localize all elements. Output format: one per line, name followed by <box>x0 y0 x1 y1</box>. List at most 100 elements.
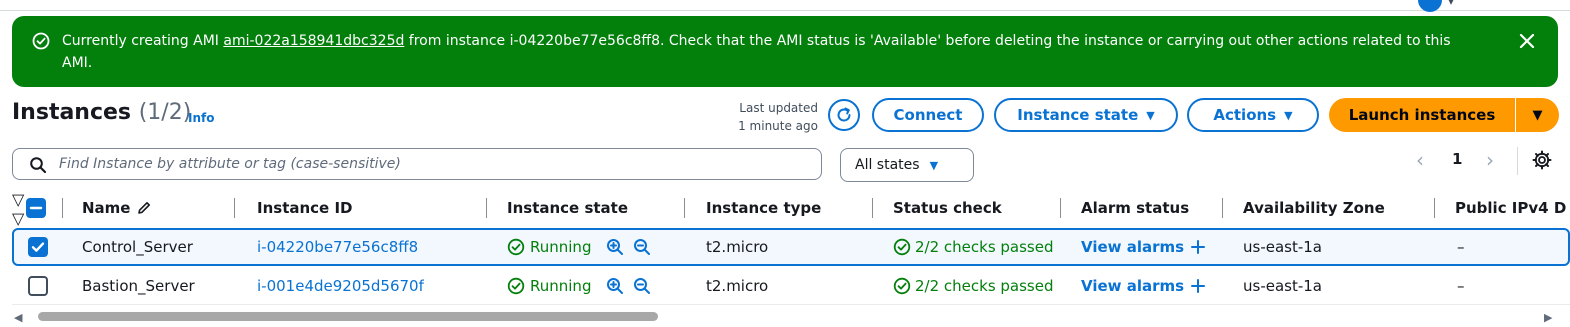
status-check-label: 2/2 checks passed <box>915 277 1054 295</box>
user-menu-caret-icon[interactable]: ▾ <box>1448 0 1454 8</box>
connect-label: Connect <box>893 106 963 124</box>
cell-name: Control_Server <box>82 238 193 256</box>
column-divider <box>684 198 685 218</box>
cell-public-ip: – <box>1457 238 1465 256</box>
column-label: Name <box>82 199 131 217</box>
column-header-alarm-status[interactable]: Alarm status <box>1081 190 1189 226</box>
caret-down-icon: ▼ <box>1146 108 1155 122</box>
row-checkbox[interactable] <box>28 237 48 257</box>
column-header-instance-type[interactable]: Instance type <box>706 190 821 226</box>
state-label: Running <box>530 277 592 295</box>
status-check-icon <box>893 238 911 256</box>
plus-icon <box>1191 279 1206 293</box>
column-label: Alarm status <box>1081 199 1190 217</box>
column-header-status-check[interactable]: Status check <box>893 190 1002 226</box>
cell-availability-zone: us-east-1a <box>1243 277 1322 295</box>
horizontal-scrollbar-thumb[interactable] <box>38 312 658 321</box>
instance-id-link[interactable]: i-04220be77e56c8ff8 <box>257 230 418 264</box>
column-header-instance-id[interactable]: Instance ID <box>257 190 352 226</box>
cell-name: Bastion_Server <box>82 277 195 295</box>
next-page-icon[interactable]: › <box>1486 148 1494 172</box>
checkmark-icon <box>31 242 45 252</box>
search-icon <box>30 157 47 174</box>
close-icon[interactable] <box>1516 30 1538 52</box>
success-banner: Currently creating AMI ami-022a158941dbc… <box>12 16 1558 87</box>
cell-status-check: 2/2 checks passed <box>893 230 1061 264</box>
states-select[interactable]: All states ▼ <box>840 148 974 182</box>
refresh-icon <box>837 107 851 122</box>
column-label: Instance ID <box>257 199 353 217</box>
column-label: Status check <box>893 199 1002 217</box>
info-link[interactable]: Info <box>188 111 214 125</box>
launch-instances-button[interactable]: Launch instances <box>1329 98 1515 132</box>
banner-message: Currently creating AMI ami-022a158941dbc… <box>62 30 1472 74</box>
scroll-right-icon[interactable]: ▶ <box>1544 311 1552 324</box>
cell-status-check: 2/2 checks passed <box>893 269 1059 303</box>
status-check-icon <box>893 277 911 295</box>
column-header-availability-zone[interactable]: Availability Zone <box>1243 190 1385 226</box>
instance-id-link[interactable]: i-001e4de9205d5670f <box>257 269 424 303</box>
gear-icon[interactable] <box>1532 150 1552 170</box>
edit-pencil-icon <box>138 202 151 214</box>
launch-dropdown-button[interactable]: ▼ <box>1516 98 1559 132</box>
indeterminate-icon <box>29 206 43 210</box>
last-updated: Last updated 1 minute ago <box>700 99 818 135</box>
table-row[interactable]: Bastion_Server i-001e4de9205d5670f Runni… <box>12 267 1570 305</box>
zoom-out-icon[interactable] <box>633 277 651 295</box>
pagination-divider <box>1517 147 1518 175</box>
row-checkbox[interactable] <box>28 276 48 296</box>
success-check-icon <box>32 32 50 50</box>
column-label: Instance state <box>507 199 629 217</box>
top-divider <box>0 10 1570 11</box>
zoom-in-icon[interactable] <box>606 277 624 295</box>
alarm-label: View alarms <box>1081 277 1185 295</box>
column-divider <box>1060 198 1061 218</box>
select-all-checkbox[interactable] <box>26 198 46 218</box>
column-divider <box>1222 198 1223 218</box>
cell-instance-state: Running <box>507 269 651 303</box>
zoom-out-icon[interactable] <box>633 238 651 256</box>
column-divider <box>62 198 63 218</box>
column-header-public-ipv4[interactable]: Public IPv4 D <box>1455 190 1570 226</box>
launch-label: Launch instances <box>1348 106 1496 124</box>
cell-instance-type: t2.micro <box>706 277 769 295</box>
table-row[interactable]: Control_Server i-04220be77e56c8ff8 Runni… <box>12 228 1570 266</box>
connect-button[interactable]: Connect <box>872 98 984 132</box>
page-title: Instances (1/2) <box>12 100 191 125</box>
actions-label: Actions <box>1213 106 1277 124</box>
column-divider <box>234 198 235 218</box>
previous-page-icon[interactable]: ‹ <box>1416 148 1424 172</box>
column-label: Availability Zone <box>1243 199 1385 217</box>
last-updated-label: Last updated <box>739 101 818 115</box>
cell-public-ip: – <box>1457 277 1465 295</box>
scroll-left-icon[interactable]: ◀ <box>14 311 22 324</box>
column-header-name[interactable]: Name <box>82 190 152 226</box>
states-label: All states <box>855 157 920 173</box>
banner-prefix: Currently creating AMI <box>62 33 224 49</box>
alarm-label: View alarms <box>1081 238 1185 256</box>
column-header-instance-state[interactable]: Instance state <box>507 190 628 226</box>
instance-state-label: Instance state <box>1017 106 1139 124</box>
search-box <box>12 148 822 180</box>
status-check-label: 2/2 checks passed <box>915 238 1054 256</box>
instance-state-button[interactable]: Instance state ▼ <box>994 98 1178 132</box>
instance-count: (1/2) <box>138 100 192 125</box>
plus-icon <box>1191 240 1206 254</box>
actions-button[interactable]: Actions ▼ <box>1187 98 1319 132</box>
current-page[interactable]: 1 <box>1452 150 1462 168</box>
table-header: Name ▽ Instance ID Instance state ▽ Inst… <box>12 190 1570 266</box>
last-updated-time: 1 minute ago <box>738 119 818 133</box>
column-label: Public IPv4 D <box>1455 199 1567 217</box>
zoom-in-icon[interactable] <box>606 238 624 256</box>
ami-id-link[interactable]: ami-022a158941dbc325d <box>223 33 404 49</box>
view-alarms-link[interactable]: View alarms <box>1081 230 1206 264</box>
view-alarms-link[interactable]: View alarms <box>1081 269 1206 303</box>
column-divider <box>872 198 873 218</box>
state-label: Running <box>530 238 592 256</box>
cell-instance-type: t2.micro <box>706 238 769 256</box>
cell-availability-zone: us-east-1a <box>1243 238 1322 256</box>
caret-down-icon: ▼ <box>929 158 939 172</box>
search-input[interactable] <box>59 153 799 175</box>
caret-down-icon: ▼ <box>1532 107 1543 123</box>
refresh-button[interactable] <box>828 99 860 131</box>
